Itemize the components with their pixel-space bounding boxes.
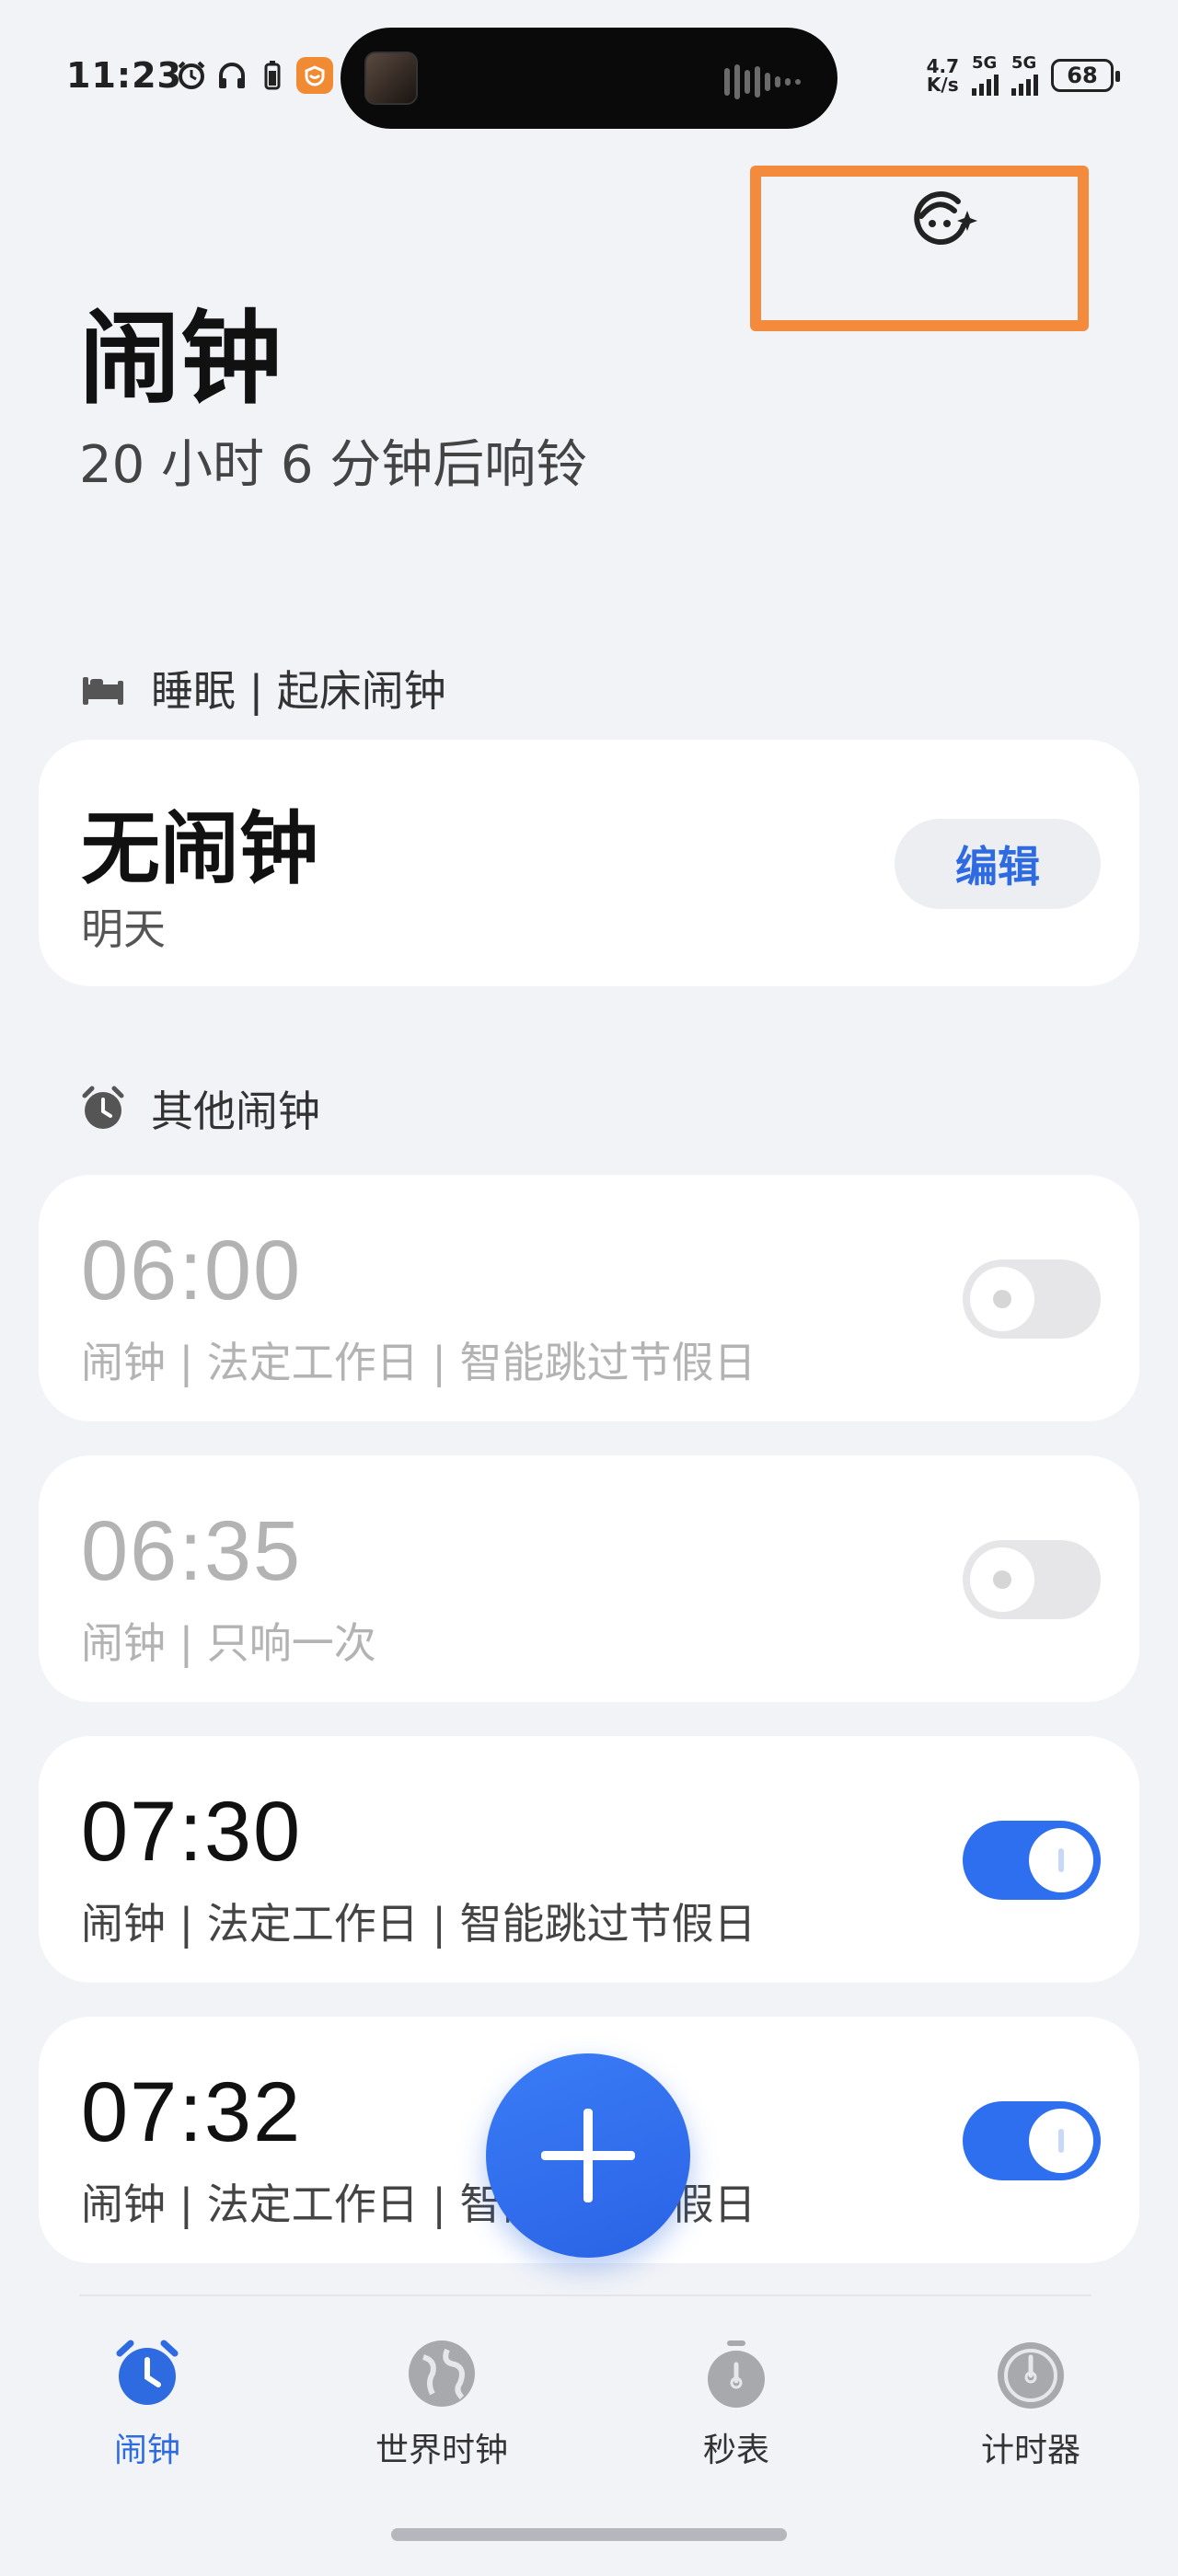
signal-1: 5G — [972, 55, 999, 96]
alarm-clock-icon — [82, 1086, 124, 1129]
edit-button[interactable]: 编辑 — [895, 819, 1101, 909]
toggle-knob — [1029, 1828, 1093, 1892]
status-icons-left — [175, 57, 333, 94]
next-alarm-countdown: 20 小时 6 分钟后响铃 — [79, 435, 588, 495]
alarm-status-icon — [175, 59, 208, 92]
alarm-card[interactable]: 07:30 闹钟 | 法定工作日 | 智能跳过节假日 — [39, 1736, 1139, 1983]
alarm-toggle[interactable] — [963, 1259, 1101, 1339]
alarm-toggle[interactable] — [963, 2101, 1101, 2180]
media-thumbnail — [364, 52, 418, 105]
toggle-knob — [1029, 2109, 1093, 2173]
signal-bars-icon — [972, 72, 999, 96]
alarm-card[interactable]: 06:00 闹钟 | 法定工作日 | 智能跳过节假日 — [39, 1175, 1139, 1421]
bed-icon — [83, 677, 123, 705]
status-right: 4.7 K/s 5G 5G 68 — [927, 55, 1120, 96]
nav-tab-stopwatch[interactable]: 秒表 — [635, 2337, 837, 2471]
alarm-description: 闹钟 | 只响一次 — [81, 1618, 376, 1668]
net-speed-unit: K/s — [926, 74, 959, 96]
alarm-time: 06:00 — [81, 1224, 303, 1317]
alarm-time: 07:32 — [81, 2065, 303, 2159]
home-indicator[interactable] — [391, 2528, 787, 2541]
dynamic-island[interactable] — [341, 28, 837, 129]
alarm-toggle[interactable] — [963, 1540, 1101, 1619]
signal-2-label: 5G — [1011, 53, 1037, 73]
page-title: 闹钟 — [79, 300, 282, 418]
sleep-alarm-card[interactable]: 无闹钟 明天 编辑 — [39, 740, 1139, 986]
alarm-description: 闹钟 | 法定工作日 | 智能跳过节假日 — [81, 1899, 756, 1949]
alarm-card[interactable]: 06:35 闹钟 | 只响一次 — [39, 1455, 1139, 1702]
signal-1-label: 5G — [972, 53, 998, 73]
alarm-clock-icon — [116, 2340, 179, 2405]
clock-app-screen: 11:23 4.7 K/s 5G 5G 68 闹钟 20 小时 6 分钟后响铃 … — [0, 0, 1178, 2576]
sleep-section-label: 睡眠 | 起床闹钟 — [151, 666, 446, 716]
nav-label: 世界时钟 — [375, 2432, 508, 2469]
headphones-icon — [215, 59, 248, 92]
add-alarm-button[interactable] — [486, 2053, 690, 2258]
alarm-time: 07:30 — [81, 1785, 303, 1879]
notification-app-icon — [296, 57, 333, 94]
nav-tab-world-clock[interactable]: 世界时钟 — [341, 2337, 543, 2471]
timer-icon — [998, 2342, 1064, 2409]
audio-wave-icon — [724, 64, 801, 99]
sleep-section-header: 睡眠 | 起床闹钟 — [79, 658, 446, 719]
alarm-description: 闹钟 | 法定工作日 | 智能跳过节假日 — [81, 1338, 756, 1387]
headphone-battery-icon — [256, 59, 289, 92]
other-alarms-header: 其他闹钟 — [79, 1078, 320, 1139]
alarm-toggle[interactable] — [963, 1821, 1101, 1900]
status-time: 11:23 — [66, 55, 182, 96]
sleep-card-title: 无闹钟 — [81, 803, 318, 895]
globe-icon — [409, 2340, 475, 2407]
toggle-knob — [970, 1267, 1034, 1331]
alarm-time: 06:35 — [81, 1504, 303, 1598]
nav-tab-alarm[interactable]: 闹钟 — [46, 2337, 248, 2471]
nav-tab-timer[interactable]: 计时器 — [930, 2337, 1132, 2471]
nav-label: 秒表 — [702, 2432, 769, 2469]
stopwatch-icon — [708, 2340, 765, 2408]
toggle-knob — [970, 1547, 1034, 1612]
nav-divider — [79, 2294, 1091, 2296]
net-speed: 4.7 K/s — [927, 57, 959, 94]
other-alarms-label: 其他闹钟 — [151, 1087, 320, 1136]
ai-assistant-icon[interactable] — [907, 189, 980, 253]
signal-bars-icon — [1011, 72, 1038, 96]
battery-indicator: 68 — [1051, 59, 1120, 92]
nav-label: 计时器 — [980, 2432, 1080, 2469]
sleep-card-sub: 明天 — [81, 904, 166, 954]
signal-2: 5G — [1011, 55, 1038, 96]
net-speed-value: 4.7 — [926, 55, 959, 77]
nav-label: 闹钟 — [113, 2432, 180, 2469]
